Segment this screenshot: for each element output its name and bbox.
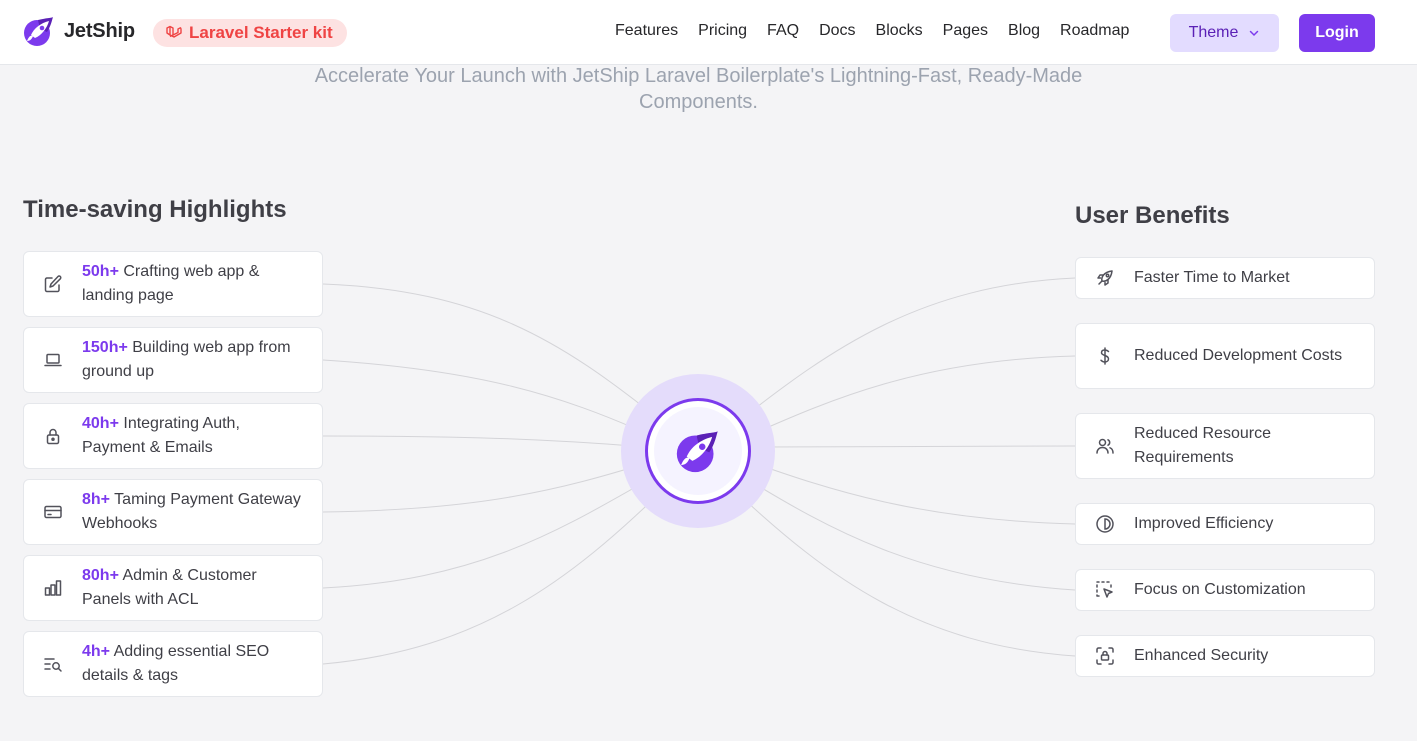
nav-docs[interactable]: Docs (819, 22, 855, 40)
laravel-starter-kit-badge[interactable]: Laravel Starter kit (153, 19, 347, 47)
nav-roadmap[interactable]: Roadmap (1060, 22, 1129, 40)
theme-dropdown-button[interactable]: Theme (1170, 14, 1279, 52)
top-nav-bar: JetShip Laravel Starter kit Features Pri… (0, 0, 1417, 65)
nav-blocks[interactable]: Blocks (876, 22, 923, 40)
rocket-logo-icon (676, 431, 718, 473)
nav-faq[interactable]: FAQ (767, 22, 799, 40)
main-nav: Features Pricing FAQ Docs Blocks Pages B… (615, 22, 1129, 40)
theme-label: Theme (1188, 24, 1239, 41)
login-button[interactable]: Login (1299, 14, 1375, 52)
nav-pricing[interactable]: Pricing (698, 22, 747, 40)
chevron-down-icon (1250, 30, 1259, 37)
nav-features[interactable]: Features (615, 22, 678, 40)
hub-logo (645, 398, 751, 504)
badge-label: Laravel Starter kit (189, 23, 333, 42)
laravel-icon (166, 25, 182, 38)
connector-lines (322, 277, 1076, 665)
rocket-logo-icon (24, 17, 53, 46)
nav-pages[interactable]: Pages (943, 22, 988, 40)
nav-blog[interactable]: Blog (1008, 22, 1040, 40)
logo[interactable]: JetShip (22, 14, 135, 48)
brand-name: JetShip (64, 19, 135, 42)
